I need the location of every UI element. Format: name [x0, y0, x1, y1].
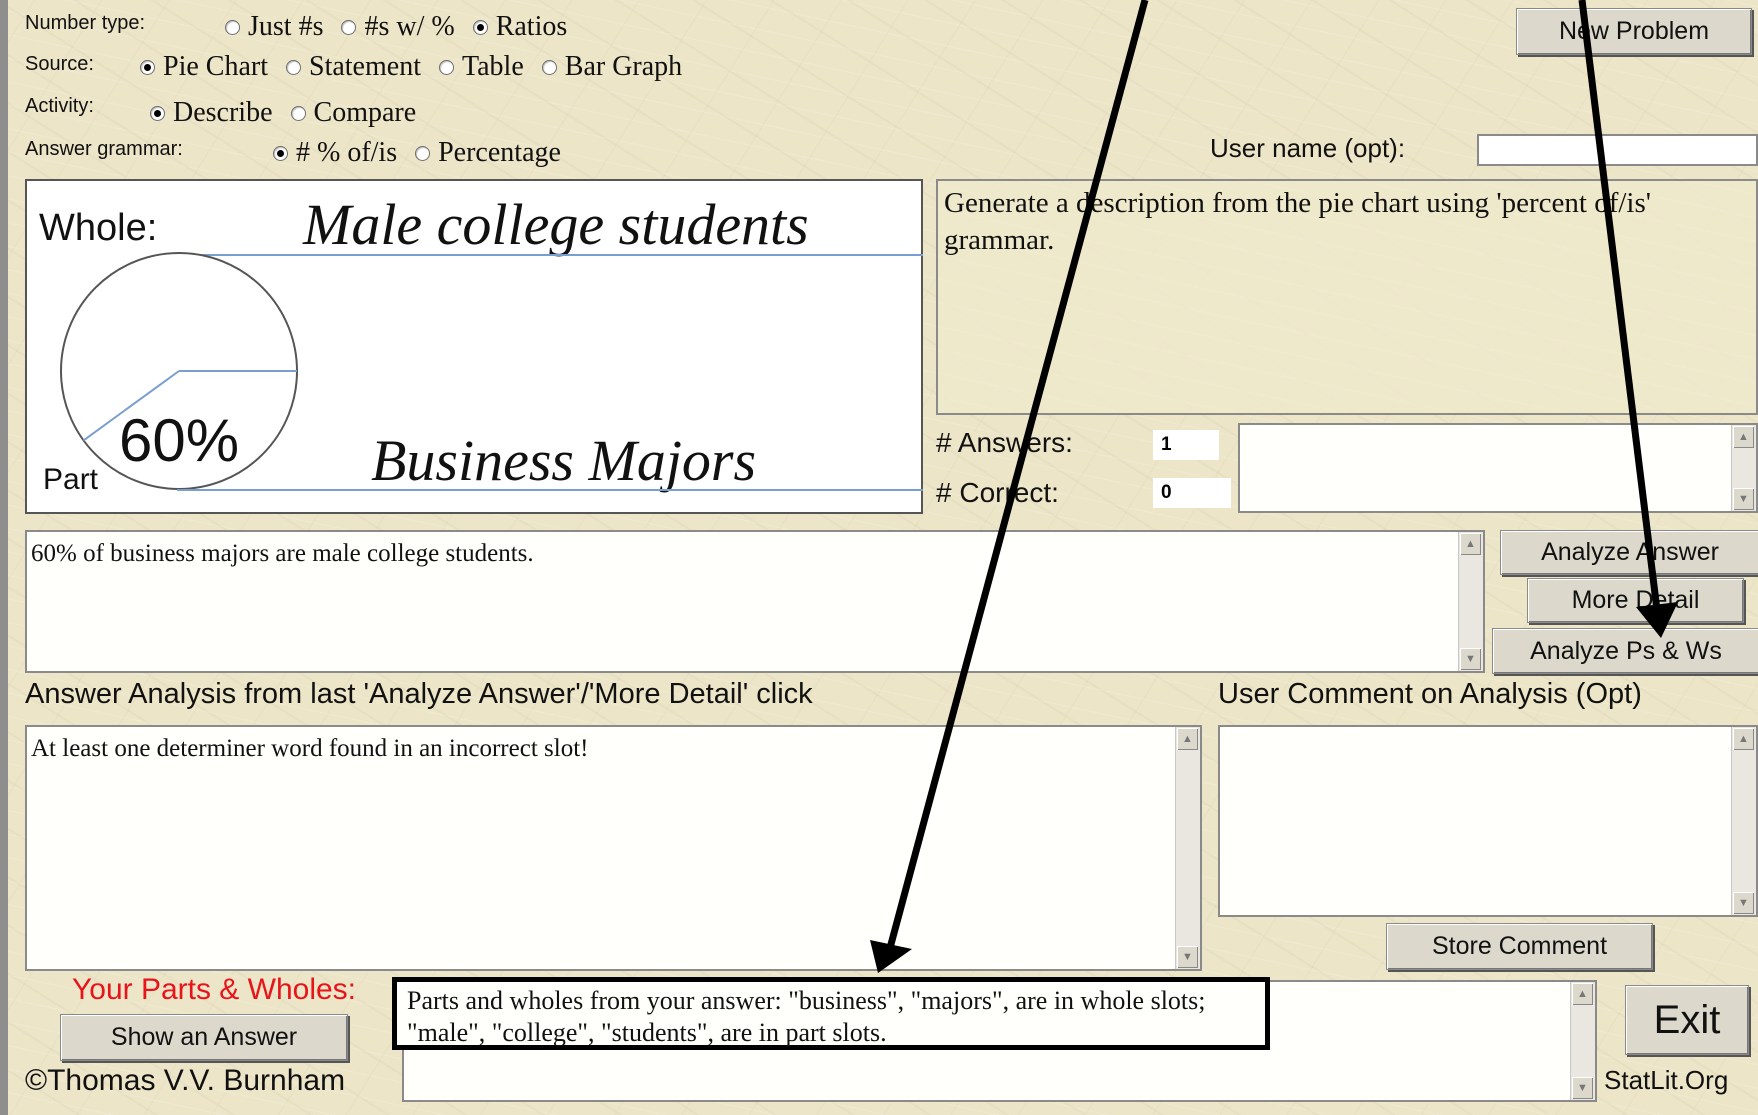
show-answer-button[interactable]: Show an Answer	[60, 1014, 348, 1061]
scroll-down-icon[interactable]: ▼	[1177, 946, 1198, 968]
scroll-up-icon[interactable]: ▲	[1733, 426, 1754, 448]
radio-label: Just #s	[248, 11, 324, 42]
radio-label: # % of/is	[296, 137, 398, 168]
radio-table[interactable]: Table	[438, 51, 524, 83]
comment-heading: User Comment on Analysis (Opt)	[1218, 678, 1642, 710]
answer-text: 60% of business majors are male college …	[31, 540, 534, 567]
comment-scrollbar[interactable]: ▲ ▼	[1731, 727, 1756, 915]
radio-circle-selected[interactable]	[273, 145, 288, 161]
radio-circle-selected[interactable]	[472, 19, 488, 35]
store-comment-button[interactable]: Store Comment	[1386, 923, 1653, 970]
radio-label: Ratios	[495, 11, 568, 42]
analysis-heading: Answer Analysis from last 'Analyze Answe…	[25, 678, 813, 710]
scroll-up-icon[interactable]: ▲	[1733, 728, 1754, 750]
radio-compare[interactable]: Compare	[290, 97, 417, 129]
radio-bar-graph[interactable]: Bar Graph	[541, 51, 683, 83]
parts-wholes-scrollbar[interactable]: ▲ ▼	[1570, 982, 1595, 1100]
radio-just-nums[interactable]: Just #s	[225, 11, 323, 43]
part-guide-line	[177, 489, 923, 491]
analyze-answer-button[interactable]: Analyze Answer	[1500, 530, 1758, 575]
scroll-up-icon[interactable]: ▲	[1177, 728, 1198, 750]
radio-pct-of-is[interactable]: # % of/is	[273, 137, 397, 169]
radio-circle[interactable]	[438, 59, 454, 75]
new-problem-button[interactable]: New Problem	[1516, 8, 1752, 55]
analysis-scrollbar[interactable]: ▲ ▼	[1175, 727, 1200, 969]
pie-chart-panel: Whole: Male college students 60% Part Bu…	[25, 179, 923, 514]
correct-count-value: 0	[1153, 478, 1231, 508]
part-value: Business Majors	[371, 428, 757, 493]
source-radio-group: Pie Chart Statement Table Bar Graph	[140, 51, 700, 83]
activity-label: Activity:	[25, 95, 94, 117]
site-link[interactable]: StatLit.Org	[1604, 1065, 1728, 1096]
number-type-label: Number type:	[25, 12, 146, 34]
radio-label: Pie Chart	[163, 51, 268, 82]
instructions-text: Generate a description from the pie char…	[944, 187, 1651, 256]
radio-pie-chart[interactable]: Pie Chart	[140, 51, 268, 83]
scroll-down-icon[interactable]: ▼	[1572, 1077, 1593, 1099]
radio-statement[interactable]: Statement	[286, 51, 421, 83]
radio-ratios[interactable]: Ratios	[472, 11, 568, 43]
grammar-label: Answer grammar:	[25, 138, 183, 160]
analysis-text: At least one determiner word found in an…	[31, 735, 589, 762]
radio-label: Statement	[309, 51, 421, 82]
correct-count-label: # Correct:	[936, 477, 1059, 508]
history-scrollbar[interactable]: ▲ ▼	[1731, 425, 1756, 511]
comment-textarea[interactable]: ▲ ▼	[1218, 725, 1758, 917]
radio-label: Compare	[313, 97, 417, 128]
radio-circle[interactable]	[286, 59, 301, 75]
analysis-textarea[interactable]: At least one determiner word found in an…	[25, 725, 1202, 971]
scroll-down-icon[interactable]: ▼	[1733, 892, 1754, 914]
radio-percentage[interactable]: Percentage	[415, 137, 561, 169]
copyright-text: ©Thomas V.V. Burnham	[25, 1064, 346, 1097]
radio-circle[interactable]	[541, 59, 557, 75]
number-type-radio-group: Just #s #s w/ % Ratios	[225, 11, 585, 43]
radio-circle-selected[interactable]	[140, 59, 155, 75]
radio-label: Describe	[173, 97, 273, 128]
grammar-radio-group: # % of/is Percentage	[273, 137, 579, 169]
scroll-up-icon[interactable]: ▲	[1572, 983, 1593, 1005]
source-label: Source:	[25, 53, 94, 75]
more-detail-button[interactable]: More Detail	[1527, 578, 1744, 623]
answer-scrollbar[interactable]: ▲ ▼	[1458, 532, 1483, 671]
radio-nums-with-pct[interactable]: #s w/ %	[341, 11, 455, 43]
radio-label: Table	[461, 51, 524, 82]
radio-describe[interactable]: Describe	[150, 97, 273, 129]
user-name-label: User name (opt):	[1210, 133, 1406, 163]
scroll-down-icon[interactable]: ▼	[1733, 488, 1754, 510]
parts-wholes-text: Parts and wholes from your answer: "busi…	[407, 986, 1206, 1047]
window-left-edge	[0, 0, 8, 1115]
radio-circle[interactable]	[415, 145, 431, 161]
activity-radio-group: Describe Compare	[150, 97, 434, 129]
answer-textarea[interactable]: 60% of business majors are male college …	[25, 530, 1485, 673]
history-list[interactable]: ▲ ▼	[1238, 423, 1758, 513]
user-name-input[interactable]	[1477, 134, 1758, 166]
pie-percent-label: 60%	[119, 407, 240, 474]
radio-circle[interactable]	[290, 105, 306, 121]
radio-label: Bar Graph	[564, 51, 683, 82]
part-label: Part	[43, 463, 99, 496]
exit-button[interactable]: Exit	[1625, 985, 1749, 1055]
scroll-up-icon[interactable]: ▲	[1460, 533, 1481, 555]
radio-circle[interactable]	[341, 19, 357, 35]
parts-wholes-label: Your Parts & Wholes:	[72, 973, 357, 1006]
analyze-ps-ws-button[interactable]: Analyze Ps & Ws	[1492, 628, 1758, 674]
radio-label: Percentage	[438, 137, 561, 168]
radio-label: #s w/ %	[364, 11, 455, 42]
comment-text	[1220, 727, 1756, 739]
answers-count-value: 1	[1153, 430, 1219, 460]
scroll-down-icon[interactable]: ▼	[1460, 648, 1481, 670]
radio-circle[interactable]	[225, 19, 240, 35]
parts-wholes-highlight: Parts and wholes from your answer: "busi…	[392, 977, 1270, 1050]
radio-circle-selected[interactable]	[150, 105, 165, 121]
answers-count-label: # Answers:	[936, 427, 1073, 458]
instructions-panel: Generate a description from the pie char…	[936, 179, 1758, 415]
